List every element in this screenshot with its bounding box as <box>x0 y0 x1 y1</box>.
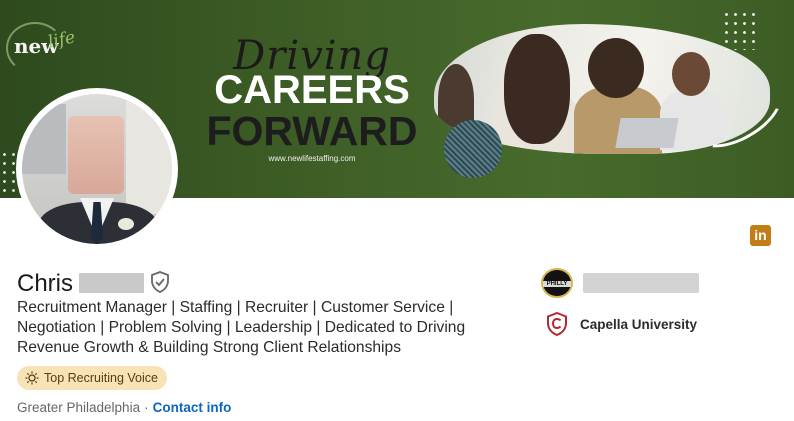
logo-text-life: life <box>46 27 78 53</box>
verified-shield-icon[interactable] <box>150 271 170 293</box>
photo-person <box>672 52 710 96</box>
profile-headline: Recruitment Manager | Staffing | Recruit… <box>17 299 466 356</box>
location-separator: · <box>144 400 149 415</box>
banner-headline: Driving CAREERS FORWARD www.newlifestaff… <box>192 34 432 163</box>
name-redacted-block <box>79 273 144 293</box>
avatar-face-blurred <box>68 116 124 194</box>
banner-careers: CAREERS <box>214 68 410 112</box>
banner-forward: FORWARD <box>206 108 418 154</box>
top-voice-label: Top Recruiting Voice <box>44 371 158 385</box>
avatar-bg-door <box>126 94 172 214</box>
education-name: Capella University <box>580 316 698 332</box>
linkedin-icon[interactable]: in <box>750 225 771 246</box>
contact-info-link[interactable]: Contact info <box>153 400 232 415</box>
newlife-logo: new life <box>6 18 78 74</box>
photo-person <box>588 38 644 98</box>
photo-person <box>504 34 570 144</box>
philly-logo-icon: PHILLY <box>541 268 573 298</box>
decorative-dots <box>722 10 756 50</box>
philly-logo-text: PHILLY <box>543 281 571 287</box>
top-voice-badge[interactable]: Top Recruiting Voice <box>17 366 167 390</box>
avatar[interactable] <box>22 94 172 244</box>
banner-website: www.newlifestaffing.com <box>268 154 356 163</box>
decorative-hatched-circle <box>444 120 502 178</box>
capella-logo-icon <box>547 312 567 336</box>
profile-name: Chris <box>17 270 74 297</box>
education-row[interactable]: Capella University <box>546 312 697 336</box>
avatar-bg-window <box>22 104 66 174</box>
company-name-redacted <box>583 273 699 293</box>
location-row: Greater Philadelphia · Contact info <box>17 400 231 415</box>
avatar-boutonniere <box>118 218 134 230</box>
location-text: Greater Philadelphia <box>17 400 141 415</box>
photo-laptop <box>615 118 679 148</box>
current-company-row[interactable]: PHILLY <box>541 268 699 298</box>
lightbulb-icon <box>25 371 39 385</box>
